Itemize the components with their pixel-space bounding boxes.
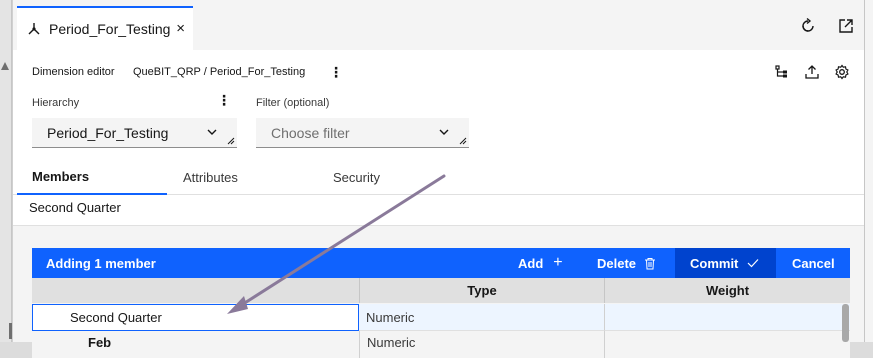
grid-scrollbar[interactable] [842, 304, 849, 342]
chevron-down-icon [439, 129, 449, 135]
hierarchy-menu-icon[interactable]: ⋮ [217, 93, 231, 107]
checkmark-icon [747, 259, 759, 268]
filter-select[interactable]: Choose filter [256, 118, 469, 148]
member-weight-cell[interactable] [604, 331, 850, 358]
add-label: Add [518, 255, 544, 271]
add-icon: + [553, 254, 563, 271]
tab-attributes[interactable]: Attributes [183, 160, 333, 195]
tab-security[interactable]: Security [333, 160, 483, 195]
batch-action-bar: Adding 1 member Add + Delete Commit Canc… [32, 248, 850, 278]
member-name-input[interactable]: Second Quarter [32, 304, 359, 331]
tab-period-for-testing[interactable]: Period_For_Testing × [17, 6, 193, 50]
hierarchy-icon [28, 23, 40, 35]
chevron-down-icon [207, 129, 217, 135]
column-header-name[interactable] [32, 278, 359, 303]
add-button[interactable]: Add + [518, 248, 563, 278]
filter-placeholder: Choose filter [271, 124, 350, 141]
launch-icon[interactable] [837, 17, 855, 35]
dimension-editor-panel: Period_For_Testing × Dimension editor Qu… [12, 0, 865, 358]
trash-icon [645, 257, 656, 269]
collapse-arrow-icon[interactable] [1, 62, 9, 70]
hierarchy-select[interactable]: Period_For_Testing [32, 118, 237, 148]
app-frame: Period_For_Testing × Dimension editor Qu… [0, 0, 873, 358]
selected-member-title: Second Quarter [29, 200, 121, 215]
tab-title: Period_For_Testing [49, 21, 171, 37]
member-name-cell[interactable]: Feb [32, 331, 359, 358]
close-icon[interactable]: × [176, 20, 185, 37]
commit-label: Commit [690, 255, 739, 271]
table-row[interactable]: Feb Numeric [32, 331, 850, 358]
refresh-icon[interactable] [799, 17, 817, 35]
action-bar-title: Adding 1 member [46, 256, 156, 271]
cancel-label: Cancel [792, 255, 835, 271]
overflow-menu-icon[interactable]: ⋮ [329, 65, 343, 79]
settings-icon[interactable] [834, 64, 850, 80]
editor-tabs: Members Attributes Security [13, 160, 865, 195]
column-header-type[interactable]: Type [359, 278, 604, 303]
commit-button[interactable]: Commit [675, 248, 776, 278]
member-type-cell[interactable]: Numeric [359, 331, 604, 358]
cancel-button[interactable]: Cancel [792, 248, 835, 278]
editor-toolbar: Dimension editor QueBIT_QRP / Period_For… [13, 58, 865, 86]
column-header-weight[interactable]: Weight [604, 278, 850, 303]
member-weight-cell[interactable] [604, 304, 850, 331]
tab-members[interactable]: Members [17, 160, 167, 195]
tree-view-icon[interactable] [774, 64, 790, 80]
document-tab-bar: Period_For_Testing × [13, 0, 865, 50]
right-gutter [864, 0, 873, 342]
left-gutter [0, 0, 12, 342]
upload-icon[interactable] [804, 64, 820, 80]
filter-label: Filter (optional) [256, 97, 330, 109]
table-row[interactable]: Second Quarter Numeric [32, 304, 850, 331]
resize-handle-icon[interactable] [227, 137, 235, 145]
delete-label: Delete [597, 255, 637, 271]
grid-header: Type Weight [32, 278, 850, 303]
hierarchy-label: Hierarchy [32, 97, 80, 109]
editor-label: Dimension editor [32, 66, 115, 78]
resize-handle-icon[interactable] [459, 137, 467, 145]
breadcrumb: QueBIT_QRP / Period_For_Testing [133, 66, 306, 78]
delete-button[interactable]: Delete [597, 248, 656, 278]
member-type-cell[interactable]: Numeric [359, 304, 604, 331]
hierarchy-value: Period_For_Testing [47, 124, 169, 141]
